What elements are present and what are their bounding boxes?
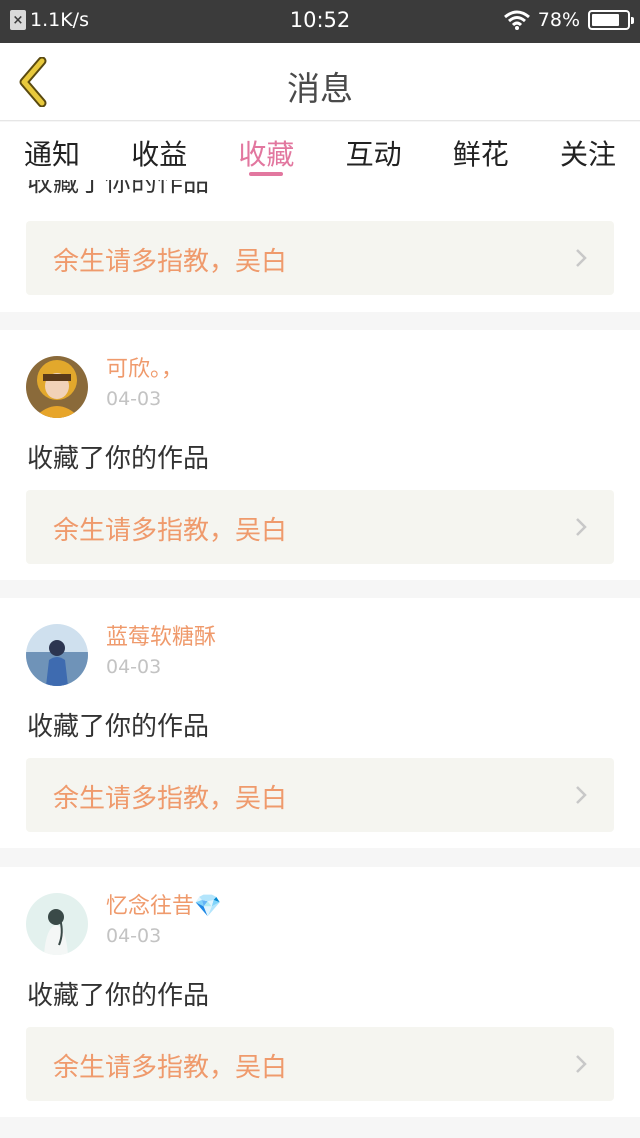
- tab-bar: 通知 收益 收藏 互动 鲜花 关注: [0, 122, 640, 180]
- user-meta: 忆念往昔💎 04-03: [106, 893, 221, 949]
- username[interactable]: 可欣。，: [106, 356, 183, 384]
- tab-follows[interactable]: 关注: [560, 122, 616, 180]
- work-link[interactable]: 余生请多指教，吴白: [26, 758, 614, 832]
- message-header: 蓝莓软糖酥 04-03: [26, 624, 216, 686]
- message-card: 忆念往昔💎 04-03 收藏了你的作品 余生请多指教，吴白: [0, 867, 640, 1117]
- message-feed[interactable]: 收藏了你的作品 余生请多指教，吴白 可欣。， 04-03 收藏了你的作品 余生请…: [0, 180, 640, 1138]
- message-card: 收藏了你的作品 余生请多指教，吴白: [0, 180, 640, 312]
- work-title: 余生请多指教，吴白: [53, 247, 288, 277]
- avatar[interactable]: [26, 356, 88, 418]
- work-link[interactable]: 余生请多指教，吴白: [26, 1027, 614, 1101]
- message-card: 可欣。， 04-03 收藏了你的作品 余生请多指教，吴白: [0, 330, 640, 580]
- wifi-icon: [503, 10, 530, 30]
- status-right: 78%: [503, 9, 634, 31]
- tab-favorites[interactable]: 收藏: [238, 122, 294, 180]
- message-action: 收藏了你的作品: [27, 180, 210, 198]
- tab-notifications[interactable]: 通知: [24, 122, 80, 180]
- work-link[interactable]: 余生请多指教，吴白: [26, 490, 614, 564]
- page-title: 消息: [287, 69, 353, 108]
- avatar[interactable]: [26, 624, 88, 686]
- work-title: 余生请多指教，吴白: [53, 516, 288, 546]
- chevron-right-icon: [576, 249, 587, 267]
- avatar[interactable]: [26, 893, 88, 955]
- message-date: 04-03: [106, 388, 162, 410]
- battery-percent: 78%: [537, 9, 580, 31]
- battery-level: [592, 14, 619, 26]
- work-title: 余生请多指教，吴白: [53, 784, 288, 814]
- battery-icon: [588, 10, 634, 30]
- nav-bar: 消息: [0, 43, 640, 121]
- tab-interactions[interactable]: 互动: [346, 122, 402, 180]
- username[interactable]: 蓝莓软糖酥: [106, 624, 216, 652]
- work-title: 余生请多指教，吴白: [53, 1053, 288, 1083]
- message-header: 忆念往昔💎 04-03: [26, 893, 221, 955]
- message-action: 收藏了你的作品: [27, 981, 210, 1011]
- message-card: 蓝莓软糖酥 04-03 收藏了你的作品 余生请多指教，吴白: [0, 598, 640, 848]
- user-meta: 可欣。， 04-03: [106, 356, 183, 412]
- message-action: 收藏了你的作品: [27, 444, 210, 474]
- chevron-right-icon: [576, 518, 587, 536]
- work-link[interactable]: 余生请多指教，吴白: [26, 221, 614, 295]
- chevron-right-icon: [576, 786, 587, 804]
- tab-flowers[interactable]: 鲜花: [453, 122, 509, 180]
- message-header: 可欣。， 04-03: [26, 356, 183, 418]
- chevron-right-icon: [576, 1055, 587, 1073]
- message-date: 04-03: [106, 925, 162, 947]
- message-date: 04-03: [106, 656, 162, 678]
- username[interactable]: 忆念往昔💎: [106, 893, 221, 921]
- user-meta: 蓝莓软糖酥 04-03: [106, 624, 216, 680]
- tab-earnings[interactable]: 收益: [131, 122, 187, 180]
- status-bar: × 1.1K/s 10:52 78%: [0, 0, 640, 43]
- message-action: 收藏了你的作品: [27, 712, 210, 742]
